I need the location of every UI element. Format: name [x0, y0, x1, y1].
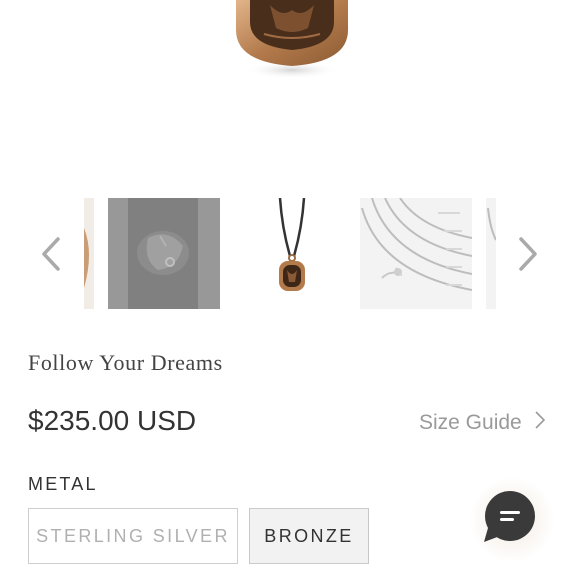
chevron-right-icon: [534, 410, 546, 436]
size-guide-label: Size Guide: [419, 411, 522, 434]
product-title: Follow Your Dreams: [28, 350, 223, 375]
chat-button[interactable]: [470, 478, 554, 562]
chevron-left-icon: [42, 237, 60, 271]
thumbnail-partial-right[interactable]: [486, 198, 496, 309]
product-price: $235.00 USD: [28, 405, 197, 436]
main-product-image: [0, 0, 580, 110]
size-guide-link[interactable]: Size Guide: [419, 410, 546, 436]
carousel-next-button[interactable]: [513, 236, 541, 272]
thumbnail-partial-left[interactable]: [84, 198, 94, 309]
thumbnail-pendant-necklace[interactable]: [236, 198, 348, 309]
thumbnail-hand-selected[interactable]: [108, 198, 220, 309]
carousel-prev-button[interactable]: [38, 236, 66, 272]
metal-option-label: METAL: [28, 474, 98, 494]
chat-bubble-icon: [484, 491, 535, 542]
metal-option-bronze[interactable]: BRONZE: [249, 508, 369, 564]
metal-option-sterling-silver[interactable]: STERLING SILVER: [28, 508, 238, 564]
chevron-right-icon: [519, 237, 537, 271]
thumbnail-chain-lengths[interactable]: [360, 198, 472, 309]
